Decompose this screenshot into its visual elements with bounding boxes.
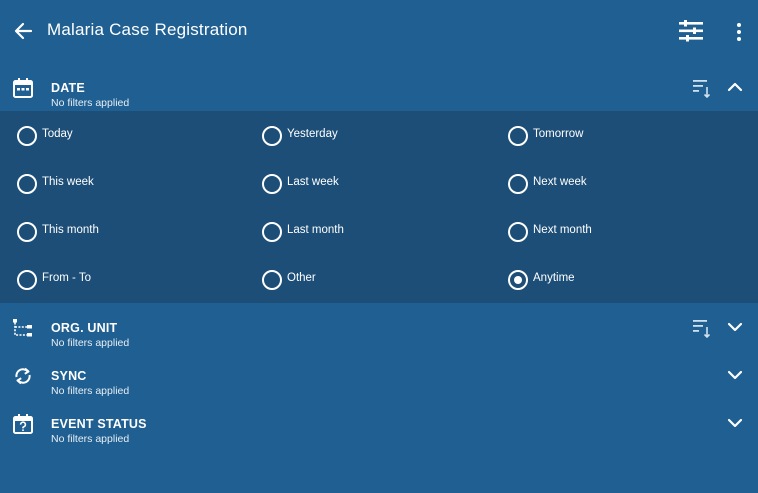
radio-button[interactable] [17,174,37,194]
section-title: EVENT STATUS [51,417,147,431]
radio-label: Today [42,128,73,140]
filter-section-org-unit[interactable]: ORG. UNIT No filters applied [0,303,758,351]
chevron-up-icon[interactable] [726,79,744,95]
chevron-down-icon[interactable] [726,367,744,383]
chevron-down-icon[interactable] [726,415,744,431]
section-subtitle: No filters applied [51,337,130,349]
radio-label: Yesterday [287,128,338,140]
calendar-icon [12,77,34,99]
section-subtitle: No filters applied [51,97,130,109]
radio-label: Last week [287,176,339,188]
radio-dot [514,276,522,284]
sync-icon [12,365,34,387]
sort-icon[interactable] [692,78,712,98]
back-arrow-icon[interactable] [12,20,34,42]
radio-button[interactable] [508,126,528,146]
radio-label: From - To [42,272,91,284]
radio-label: Next month [533,224,592,236]
radio-button[interactable] [17,126,37,146]
more-vert-icon[interactable] [734,22,744,42]
date-options-panel: Today Yesterday Tomorrow This week Last … [0,111,758,303]
radio-button[interactable] [17,222,37,242]
sort-icon[interactable] [692,318,712,338]
radio-button[interactable] [508,174,528,194]
filter-section-event-status[interactable]: EVENT STATUS No filters applied [0,399,758,447]
section-title: ORG. UNIT [51,321,118,335]
radio-button[interactable] [262,174,282,194]
filter-list-icon[interactable] [678,20,704,42]
radio-button[interactable] [262,126,282,146]
org-tree-icon [12,317,34,339]
calendar-question-icon [12,413,34,435]
section-title: DATE [51,81,85,95]
radio-label: This month [42,224,99,236]
filter-section-sync[interactable]: SYNC No filters applied [0,351,758,399]
radio-label: Last month [287,224,344,236]
radio-button-selected[interactable] [508,270,528,290]
radio-label: Other [287,272,316,284]
radio-button[interactable] [508,222,528,242]
radio-button[interactable] [17,270,37,290]
section-title: SYNC [51,369,87,383]
section-subtitle: No filters applied [51,385,130,397]
radio-label: Tomorrow [533,128,584,140]
page-title: Malaria Case Registration [47,20,248,39]
top-app-bar: Malaria Case Registration [0,0,758,62]
radio-button[interactable] [262,270,282,290]
filter-section-date[interactable]: DATE No filters applied [0,63,758,111]
radio-button[interactable] [262,222,282,242]
radio-label: Anytime [533,272,575,284]
section-subtitle: No filters applied [51,433,130,445]
radio-label: This week [42,176,94,188]
radio-label: Next week [533,176,587,188]
chevron-down-icon[interactable] [726,319,744,335]
